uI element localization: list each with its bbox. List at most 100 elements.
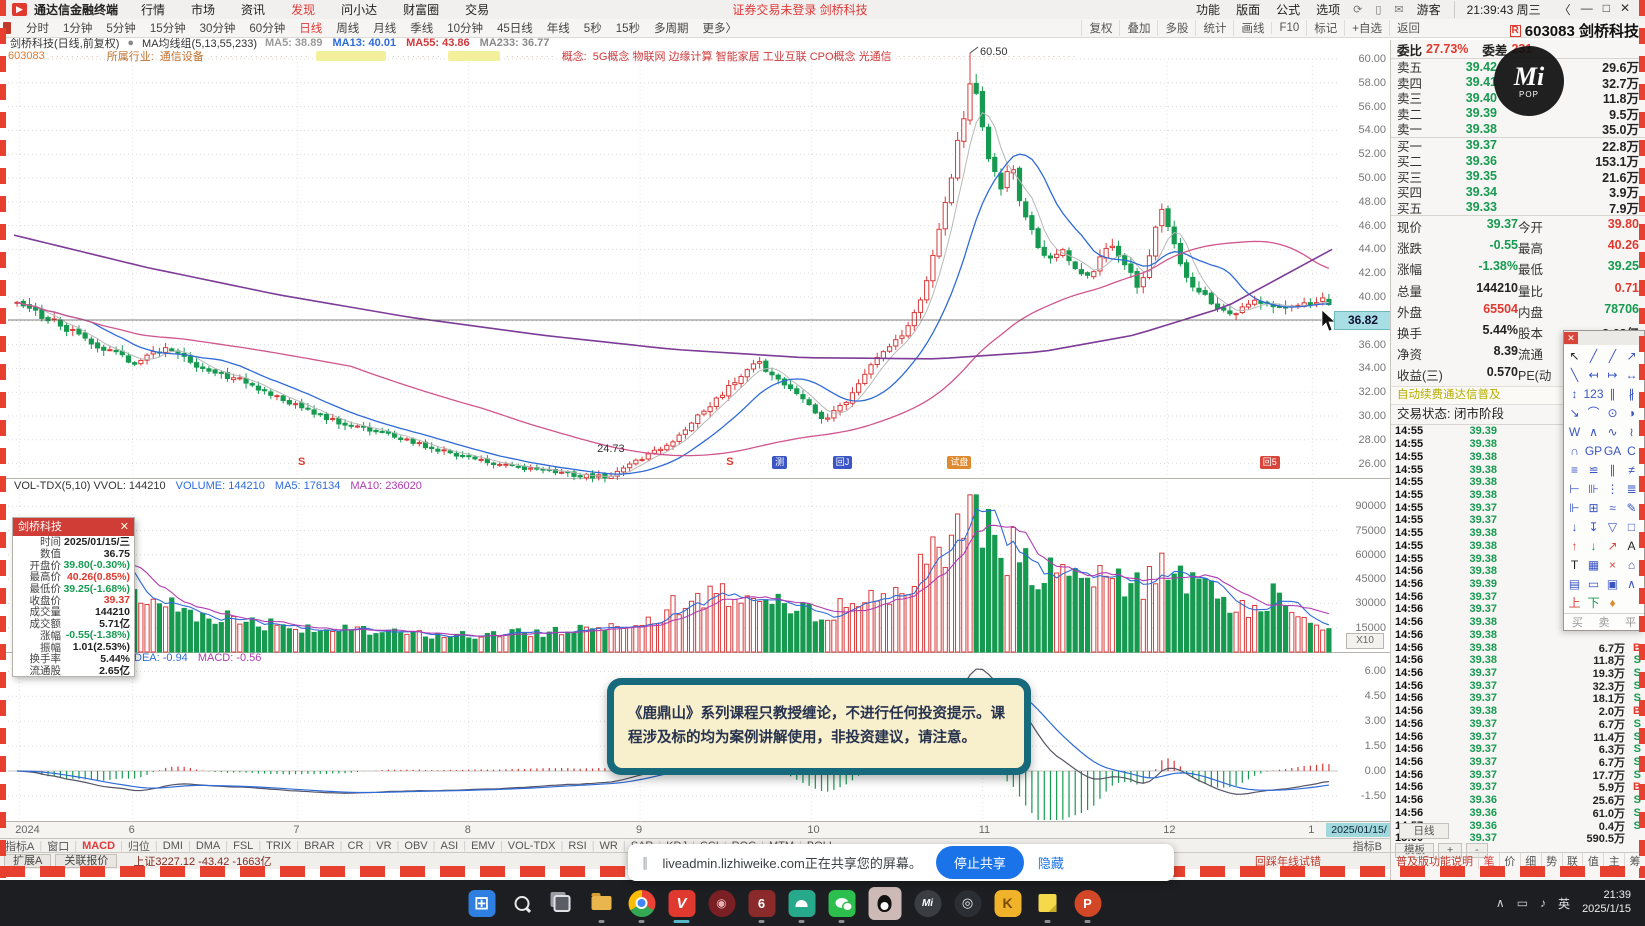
palette-tool-icon[interactable]: ♦ [1603,593,1622,612]
period-30分钟[interactable]: 30分钟 [193,20,243,36]
menu-item-资讯[interactable]: 资讯 [228,1,278,18]
menu-item-公式[interactable]: 公式 [1276,1,1300,18]
signal-marker[interactable]: 试盘 [947,456,972,469]
industry-value[interactable]: 通信设备 [160,48,204,64]
period-60分钟[interactable]: 60分钟 [242,20,292,36]
palette-tool-icon[interactable]: ≡ [1565,460,1584,479]
signal-marker[interactable]: 回J [832,456,853,469]
menu-item-版面[interactable]: 版面 [1236,1,1260,18]
mail-icon[interactable]: ✉ [1394,3,1403,16]
kc-app-icon[interactable]: K [994,889,1022,917]
palette-tool-icon[interactable]: ⊪ [1584,479,1603,498]
palette-tool-icon[interactable]: ⋮ [1603,479,1622,498]
panel-period-label[interactable]: 日线 [1399,823,1449,839]
refresh-icon[interactable]: ⟳ [1353,3,1362,16]
tab-VR[interactable]: VR [371,840,396,852]
order-book-row[interactable]: 买五 39.33 7.9万 [1391,200,1645,216]
tab-FSL[interactable]: FSL [228,840,258,852]
tray-volume-icon[interactable]: ♪ [1540,896,1546,910]
period-15秒[interactable]: 15秒 [609,20,647,36]
palette-tool-icon[interactable]: ∩ [1565,441,1584,460]
palette-tool-icon[interactable]: 123 [1583,384,1603,403]
ob-price[interactable]: 39.34 [1433,185,1497,199]
tab-BRAR[interactable]: BRAR [299,840,340,852]
toolbar-统计[interactable]: 统计 [1195,20,1233,36]
palette-tool-icon[interactable]: ↓ [1565,517,1584,536]
tdx-app-icon[interactable]: V [668,889,696,923]
ob-price[interactable]: 39.35 [1433,169,1497,183]
palette-tool-icon[interactable]: 上 [1565,593,1584,612]
palette-tool-icon[interactable]: ⊢ [1565,479,1584,498]
ob-price[interactable]: 39.38 [1433,122,1497,136]
toolbar-复权[interactable]: 复权 [1081,20,1119,36]
ppt-icon[interactable]: P [1074,889,1102,923]
period-分时[interactable]: 分时 [19,20,56,36]
signal-marker[interactable]: S [295,456,308,469]
period-5分钟[interactable]: 5分钟 [99,20,142,36]
stop-sharing-button[interactable]: 停止共享 [935,846,1024,879]
period-日线[interactable]: 日线 [292,20,329,36]
palette-tool-icon[interactable]: × [1603,555,1622,574]
start-button[interactable]: ⊞ [468,889,496,917]
menu-item-交易[interactable]: 交易 [452,1,502,18]
toolbar-多股[interactable]: 多股 [1157,20,1195,36]
palette-tool-icon[interactable]: ↗ [1603,536,1622,555]
order-book-row[interactable]: 卖一 39.38 35.0万 [1391,121,1645,138]
palette-tool-icon[interactable]: ↕ [1565,384,1584,403]
period-15分钟[interactable]: 15分钟 [143,20,193,36]
menu-item-行情[interactable]: 行情 [128,1,178,18]
ob-price[interactable]: 39.36 [1433,154,1497,168]
greencam-app-icon[interactable] [788,889,816,923]
user-label[interactable]: 游客 [1417,1,1441,18]
period-季线[interactable]: 季线 [403,20,440,36]
palette-tool-icon[interactable]: W [1565,422,1584,441]
tab-DMA[interactable]: DMA [191,840,225,852]
palette-tool-icon[interactable]: ∥ [1603,460,1622,479]
palette-tool-icon[interactable]: ▽ [1603,517,1622,536]
mi-app-icon[interactable]: Mi [914,889,942,917]
menu-item-问小达[interactable]: 问小达 [328,1,390,18]
period-45日线[interactable]: 45日线 [490,20,540,36]
toolbar-标记[interactable]: 标记 [1306,20,1344,36]
palette-tool-icon[interactable]: ↑ [1565,536,1584,555]
toolbar-画线[interactable]: 画线 [1233,20,1271,36]
toolbar-返回[interactable]: 返回 [1389,20,1427,36]
tab-OBV[interactable]: OBV [399,840,432,852]
ob-price[interactable]: 39.42 [1433,60,1497,74]
redknot-app-icon[interactable]: ◉ [708,889,736,917]
menu-item-选项[interactable]: 选项 [1316,1,1340,18]
palette-tool-icon[interactable]: ▦ [1584,555,1603,574]
palette-tool-icon[interactable]: ▣ [1603,574,1622,593]
back-button[interactable]: 〈 [1554,1,1576,18]
signal-marker[interactable]: 回5 [1259,456,1280,469]
ob-price[interactable]: 39.33 [1433,200,1497,214]
palette-tool-icon[interactable]: ≌ [1584,460,1603,479]
palette-tool-icon[interactable]: ↧ [1584,517,1603,536]
file-explorer-icon[interactable] [588,890,615,923]
hide-share-link[interactable]: 隐藏 [1038,853,1064,872]
period-周线[interactable]: 周线 [329,20,366,36]
wt6-app-icon[interactable]: 6 [748,889,776,923]
palette-tool-icon[interactable]: ╱ [1584,346,1603,365]
chrome-icon[interactable] [628,889,656,923]
palette-tool-icon[interactable]: 下 [1584,593,1603,612]
popup-close-icon[interactable]: ✕ [120,518,129,536]
palette-卖-button[interactable]: 卖 [1591,614,1618,630]
search-button[interactable] [508,890,535,917]
camera-app-icon[interactable]: ◎ [954,889,982,917]
palette-tool-icon[interactable]: ⊞ [1584,498,1603,517]
tab-DMI[interactable]: DMI [158,840,188,852]
menu-item-市场[interactable]: 市场 [178,1,228,18]
period-1分钟[interactable]: 1分钟 [56,20,99,36]
menu-item-财富圈[interactable]: 财富圈 [390,1,452,18]
ob-price[interactable]: 39.41 [1433,75,1497,89]
palette-tool-icon[interactable]: T [1565,555,1584,574]
maximize-button[interactable]: □ [1598,1,1615,18]
signal-marker[interactable]: S [723,456,736,469]
wechat-icon[interactable] [828,889,856,923]
palette-tool-icon[interactable]: ↓ [1584,536,1603,555]
palette-header[interactable]: ✕ [1564,331,1644,345]
notes-app-icon[interactable] [1034,890,1061,923]
palette-tool-icon[interactable]: ⊙ [1603,403,1622,422]
qq-icon[interactable] [871,890,898,917]
